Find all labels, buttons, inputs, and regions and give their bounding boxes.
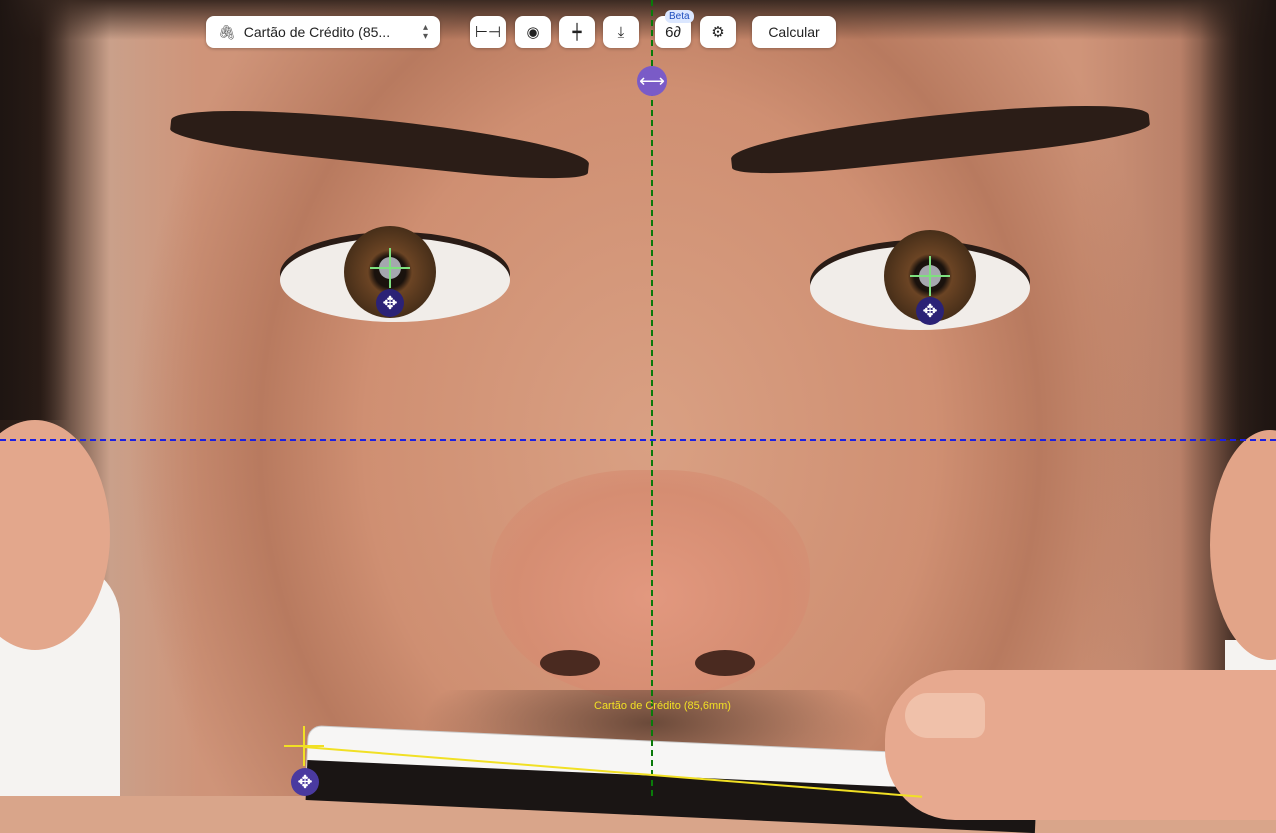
pupil-horizontal-guide[interactable] [0, 439, 1276, 441]
eye-icon: ◉ [526, 24, 540, 41]
horizontal-line-icon: ┿ [572, 24, 582, 41]
pupil-crosshair-left [370, 248, 410, 288]
width-bracket-icon: ⊢⊣ [474, 24, 502, 41]
card-corner-crosshair [284, 726, 324, 766]
nostril-right [695, 650, 755, 676]
download-icon: ⤓ [617, 23, 625, 41]
move-handle-left-pupil[interactable]: ✥ [376, 289, 404, 317]
horizontal-arrows-icon: ⟷ [639, 70, 665, 91]
paperclip-icon: 🖇 [218, 23, 236, 40]
center-line-drag-handle[interactable]: ⟷ [637, 66, 667, 96]
settings-button[interactable]: ⚙ [700, 16, 736, 48]
hair-left [0, 0, 70, 420]
move-handle-card[interactable]: ✥ [291, 768, 319, 796]
glasses-button[interactable]: Beta 6∂ [655, 10, 694, 48]
move-handle-right-pupil[interactable]: ✥ [916, 297, 944, 325]
move-icon: ✥ [382, 293, 398, 313]
center-vertical-guide[interactable] [651, 0, 653, 796]
download-button[interactable]: ⤓ [603, 16, 639, 48]
card-reference-label: Cartão de Crédito (85,6mm) [594, 700, 731, 712]
nostril-left [540, 650, 600, 676]
reference-object-select[interactable]: 🖇 Cartão de Crédito (85... ▴ ▾ [206, 16, 440, 48]
fingernail [905, 693, 985, 738]
toggle-visibility-button[interactable]: ◉ [515, 16, 551, 48]
measure-width-button[interactable]: ⊢⊣ [470, 16, 506, 48]
sliders-icon: ⚙ [711, 24, 725, 41]
hair-right [1200, 0, 1276, 440]
move-icon: ✥ [297, 772, 313, 792]
calculate-button[interactable]: Calcular [752, 16, 836, 48]
nose [490, 470, 810, 700]
align-button[interactable]: ┿ [559, 16, 595, 48]
up-down-chevron-icon: ▴ ▾ [422, 22, 428, 42]
glasses-icon: 6∂ [665, 23, 681, 41]
reference-object-value: Cartão de Crédito (85... [243, 24, 391, 40]
move-icon: ✥ [922, 301, 938, 321]
pupil-crosshair-right [910, 256, 950, 296]
beta-badge: Beta [665, 10, 694, 23]
